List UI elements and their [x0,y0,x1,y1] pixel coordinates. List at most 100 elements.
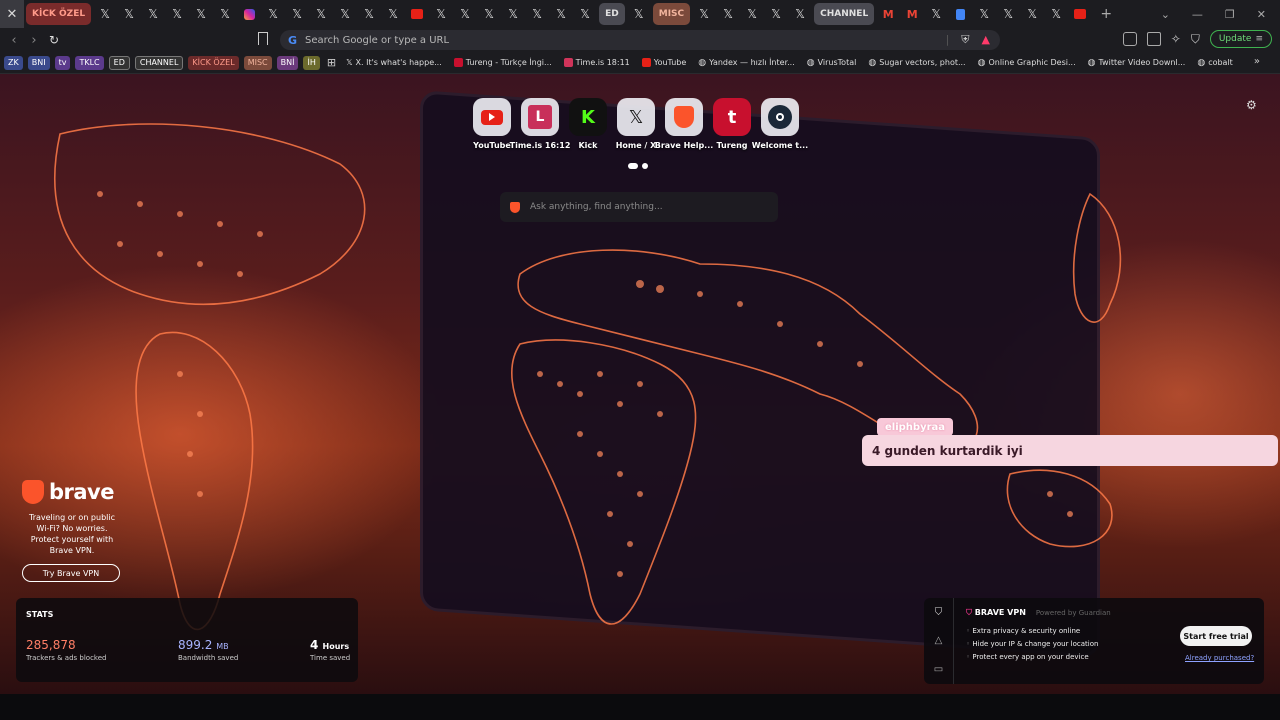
reload-icon[interactable]: ↻ [44,33,64,47]
forward-icon[interactable]: › [24,33,44,48]
gmail-tab-icon[interactable]: M [876,0,900,28]
bookmark-yandex[interactable]: ◍ Yandex — hızlı İnter... [698,58,794,68]
url-placeholder[interactable]: Search Google or type a URL [305,35,449,46]
cards-icon[interactable]: ▭ [934,664,943,675]
brave-rewards-icon[interactable]: ▲ [982,33,990,47]
bookmark-folder-ih[interactable]: İH [303,55,320,70]
bookmark-folder-channel[interactable]: CHANNEL [134,55,184,70]
close-tab-icon[interactable]: ✕ [0,0,24,28]
window-close-icon[interactable]: ✕ [1257,8,1266,21]
bookmark-folder-misc[interactable]: MISC [243,55,272,70]
update-button[interactable]: Update ≡ [1209,30,1272,48]
bookmark-folder-kick[interactable]: KİCK ÖZEL [188,55,239,70]
new-tab-button[interactable]: + [1092,6,1120,22]
x-tab-icon[interactable]: 𝕏 [716,0,740,28]
bookmark-cobalt[interactable]: ◍ cobalt [1197,58,1233,68]
already-purchased-link[interactable]: Already purchased? [1185,654,1254,662]
x-tab-icon[interactable]: 𝕏 [117,0,141,28]
x-tab-icon[interactable]: 𝕏 [453,0,477,28]
bookmark-virustotal[interactable]: ◍ VirusTotal [807,58,857,68]
x-tab-icon[interactable]: 𝕏 [213,0,237,28]
x-tab-icon[interactable]: 𝕏 [285,0,309,28]
x-tab-icon[interactable]: 𝕏 [309,0,333,28]
bookmark-folder-bni2[interactable]: BNİ [276,55,299,70]
wallet-icon[interactable] [1146,32,1161,46]
docs-tab-icon[interactable] [948,0,972,28]
bookmark-tureng[interactable]: Tureng - Türkçe İngi... [453,58,552,67]
pager-dot[interactable] [642,163,648,169]
x-tab-icon[interactable]: 𝕏 [764,0,788,28]
tab-group-misc[interactable]: MISC [652,3,691,25]
x-tab-icon[interactable]: 𝕏 [924,0,948,28]
restore-icon[interactable]: ❐ [1225,8,1235,21]
search-box[interactable]: Ask anything, find anything... [500,192,778,222]
start-free-trial-button[interactable]: Start free trial [1180,626,1252,646]
instagram-tab-icon[interactable] [237,0,261,28]
x-tab-icon[interactable]: 𝕏 [477,0,501,28]
shortcut-kick[interactable]: K Kick [569,98,607,150]
x-tab-icon[interactable]: 𝕏 [381,0,405,28]
x-tab-icon[interactable]: 𝕏 [333,0,357,28]
bookmark-folder-zk[interactable]: ZK [4,55,23,70]
more-bookmarks-icon[interactable]: » [1254,56,1260,67]
gmail-tab-icon[interactable]: M [900,0,924,28]
youtube-tab-icon[interactable] [1068,0,1092,28]
x-tab-icon[interactable]: 𝕏 [189,0,213,28]
top-sites: YouTube L Time.is 16:12 K Kick 𝕏 Home / … [473,98,808,150]
bookmark-twitter-dl[interactable]: ◍ Twitter Video Downl... [1088,58,1186,68]
leo-ai-icon[interactable]: ✧ [1171,32,1181,46]
x-tab-icon[interactable]: 𝕏 [501,0,525,28]
bookmark-folder-ed[interactable]: ED [108,55,130,70]
pager-dot-active[interactable] [628,163,638,169]
tab-search-icon[interactable]: ⌄ [1161,8,1170,21]
shortcut-x[interactable]: 𝕏 Home / X [616,98,656,150]
shortcut-timeis[interactable]: L Time.is 16:12 [510,98,570,150]
tab-group-channel[interactable]: CHANNEL [814,3,875,25]
x-tab-icon[interactable]: 𝕏 [972,0,996,28]
address-bar[interactable]: G Search Google or type a URL | ⛨ ▲ [280,30,1000,50]
x-tab-icon[interactable]: 𝕏 [141,0,165,28]
bookmark-youtube[interactable]: YouTube [641,58,686,67]
bookmark-x[interactable]: 𝕏 X. It's what's happe... [346,58,442,67]
bookmark-icon[interactable] [258,32,268,45]
x-tab-icon[interactable]: 𝕏 [1044,0,1068,28]
vpn-shield-icon[interactable]: ⛉ [935,607,943,618]
x-tab-icon[interactable]: 𝕏 [1020,0,1044,28]
x-tab-icon[interactable]: 𝕏 [788,0,812,28]
rewards-triangle-icon[interactable]: △ [935,635,943,646]
vpn-icon[interactable]: ⛉ [1191,32,1200,47]
x-tab-icon[interactable]: 𝕏 [549,0,573,28]
x-tab-icon[interactable]: 𝕏 [627,0,651,28]
tab-group-kick[interactable]: KİCK ÖZEL [26,3,92,25]
bookmark-folder-bni[interactable]: BNI [27,55,50,70]
bookmark-sugar[interactable]: ◍ Sugar vectors, phot... [868,58,965,68]
x-tab-icon[interactable]: 𝕏 [429,0,453,28]
back-icon[interactable]: ‹ [4,33,24,48]
shortcut-brave-help[interactable]: Brave Help... [655,98,713,150]
sidebar-icon[interactable] [1122,32,1137,46]
search-placeholder[interactable]: Ask anything, find anything... [530,202,663,212]
shortcut-steam[interactable]: Welcome t... [752,98,808,150]
x-tab-icon[interactable]: 𝕏 [261,0,285,28]
bookmark-graphic[interactable]: ◍ Online Graphic Desi... [978,58,1076,68]
x-tab-icon[interactable]: 𝕏 [996,0,1020,28]
shortcut-youtube[interactable]: YouTube [473,98,511,150]
try-brave-vpn-button[interactable]: Try Brave VPN [22,564,120,582]
bookmark-folder-tklc[interactable]: TKLC [75,55,104,70]
youtube-tab-icon[interactable] [405,0,429,28]
x-tab-icon[interactable]: 𝕏 [692,0,716,28]
x-tab-icon[interactable]: 𝕏 [93,0,117,28]
x-tab-icon[interactable]: 𝕏 [740,0,764,28]
bookmark-timeis[interactable]: Time.is 18:11 [563,58,630,67]
tab-group-ed[interactable]: ED [599,3,625,25]
bookmark-folder-tv[interactable]: tv [54,55,71,70]
brave-shields-icon[interactable]: ⛨ [961,33,969,47]
apps-grid-icon[interactable]: ⊞ [327,56,336,69]
x-tab-icon[interactable]: 𝕏 [357,0,381,28]
x-tab-icon[interactable]: 𝕏 [573,0,597,28]
x-tab-icon[interactable]: 𝕏 [165,0,189,28]
x-tab-icon[interactable]: 𝕏 [525,0,549,28]
shortcut-tureng[interactable]: t Tureng [713,98,751,150]
minimize-icon[interactable]: — [1192,8,1203,21]
customize-gear-icon[interactable]: ⚙ [1246,98,1257,112]
